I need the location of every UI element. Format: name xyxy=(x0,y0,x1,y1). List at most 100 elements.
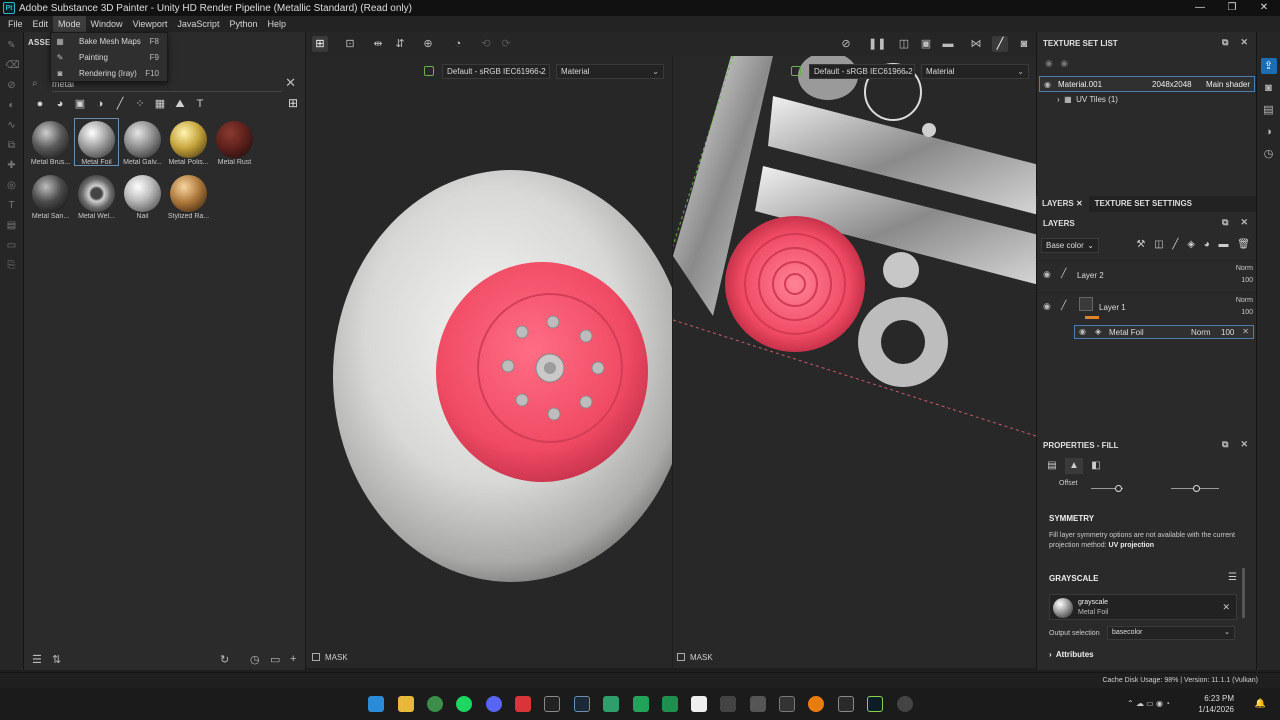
blend-mode[interactable]: Norm xyxy=(1217,295,1253,307)
menu-help[interactable]: Help xyxy=(262,16,291,32)
offset-slider-knob[interactable] xyxy=(1115,485,1122,492)
bucket-icon[interactable]: ▤ xyxy=(6,220,18,232)
history-view-icon[interactable]: ◔ xyxy=(450,36,466,52)
add-fill-layer-icon[interactable]: ◈ xyxy=(1187,239,1195,250)
refresh-icon[interactable]: ↻ xyxy=(220,653,229,666)
opacity-value[interactable]: 100 xyxy=(1217,307,1253,319)
colorspace-select[interactable]: Default - sRGB IEC61966-2 ⌄ xyxy=(809,64,915,79)
capcut-icon[interactable] xyxy=(544,696,560,712)
asset-tile[interactable]: Metal Galv... xyxy=(120,118,165,166)
close-panel-icon[interactable]: ✕ xyxy=(1240,217,1248,227)
offset-slider-knob[interactable] xyxy=(1193,485,1200,492)
clock[interactable]: 6:23 PM 1/14/2026 xyxy=(1198,693,1234,715)
start-icon[interactable] xyxy=(368,696,384,712)
asset-tile[interactable]: Nail xyxy=(120,172,165,220)
tab-mask-icon[interactable]: ◧ xyxy=(1087,458,1105,474)
unity-icon[interactable] xyxy=(720,696,736,712)
mask-checkbox[interactable] xyxy=(312,653,320,661)
grayscale-input-card[interactable]: grayscale Metal Foil ✕ xyxy=(1049,594,1237,620)
geometry-fill-icon[interactable]: ◐ xyxy=(6,100,18,112)
app-green2-icon[interactable] xyxy=(633,696,649,712)
split-vertical-icon[interactable]: ⇹ xyxy=(370,36,386,52)
close-tab-icon[interactable]: ✕ xyxy=(1076,199,1083,208)
blend-mode[interactable]: Norm xyxy=(1217,263,1253,275)
frame-icon[interactable]: ⊕ xyxy=(420,36,436,52)
video-icon[interactable]: ▬ xyxy=(940,36,956,52)
materials-filter-icon[interactable]: ● xyxy=(34,98,46,110)
paint-tool-icon[interactable]: ✎ xyxy=(6,40,18,52)
menu-window[interactable]: Window xyxy=(86,16,128,32)
brushes-filter-icon[interactable]: ╱ xyxy=(114,98,126,110)
discord-icon[interactable] xyxy=(486,696,502,712)
wacom-icon[interactable] xyxy=(691,696,707,712)
close-panel-icon[interactable]: ✕ xyxy=(1240,439,1248,449)
substance-painter-icon[interactable] xyxy=(867,696,883,712)
menu-javascript[interactable]: JavaScript xyxy=(172,16,224,32)
github-icon[interactable] xyxy=(897,696,913,712)
textures-filter-icon[interactable]: ▦ xyxy=(154,98,166,110)
app-green-icon[interactable] xyxy=(603,696,619,712)
mask-checkbox[interactable] xyxy=(677,653,685,661)
brush-mode-icon[interactable]: ╱ xyxy=(992,36,1008,52)
blend-mode[interactable]: Norm xyxy=(1191,328,1211,337)
opacity-value[interactable]: 100 xyxy=(1217,275,1253,287)
chrome-icon[interactable] xyxy=(427,696,443,712)
eye-icon[interactable]: ◉ xyxy=(1043,269,1051,280)
channel-select[interactable]: Base color ⌄ xyxy=(1041,238,1099,253)
generators-filter-icon[interactable]: ◑ xyxy=(94,98,106,110)
history-icon[interactable]: ◷ xyxy=(250,653,260,666)
opacity-value[interactable]: 100 xyxy=(1221,328,1234,337)
add-folder-icon[interactable]: ▬ xyxy=(1219,239,1229,250)
masks-filter-icon[interactable]: ▣ xyxy=(74,98,86,110)
menu-python[interactable]: Python xyxy=(224,16,262,32)
smart-materials-icon[interactable]: ◕ xyxy=(54,98,66,110)
viewer-settings-icon[interactable]: ▤ xyxy=(1261,102,1277,118)
add-smart-material-icon[interactable]: ◕ xyxy=(1204,239,1210,250)
tab-material-icon[interactable]: ▲ xyxy=(1065,458,1083,474)
undo-icon[interactable]: ⟲ xyxy=(478,36,494,52)
asset-tile[interactable]: Metal Brus... xyxy=(28,118,73,166)
app-green3-icon[interactable] xyxy=(662,696,678,712)
unity-hub-icon[interactable] xyxy=(750,696,766,712)
layer-row[interactable]: ◉ ╱ Layer 2 Norm 100 xyxy=(1037,260,1257,290)
layer-blend[interactable]: Norm 100 xyxy=(1217,295,1253,319)
eye-icon[interactable]: ◉ xyxy=(1044,80,1051,89)
close-panel-icon[interactable]: ✕ xyxy=(1240,37,1248,47)
texture-set-icon[interactable]: ⇪ xyxy=(1260,58,1277,74)
menu-viewport[interactable]: Viewport xyxy=(128,16,173,32)
tab-layers[interactable]: LAYERS ✕ xyxy=(1036,196,1089,212)
undock-icon[interactable]: ⧉ xyxy=(1222,439,1228,449)
add-asset-icon[interactable]: + xyxy=(290,653,296,665)
eye-icon[interactable]: ◉ xyxy=(1079,327,1086,336)
file-explorer-icon[interactable] xyxy=(398,696,414,712)
smudge-tool-icon[interactable]: ∿ xyxy=(6,120,18,132)
maximize-button[interactable]: ❐ xyxy=(1216,0,1248,16)
split-horizontal-icon[interactable]: ⇵ xyxy=(392,36,408,52)
shader-settings-icon[interactable]: ◑ xyxy=(1261,124,1277,140)
viewport-uv[interactable]: Default - sRGB IEC61966-2 ⌄ Material ⌄ MAS… xyxy=(673,56,1036,668)
blender-icon[interactable] xyxy=(808,696,824,712)
menu-item-painting[interactable]: ✎ Painting F9 xyxy=(51,49,167,65)
menu-mode[interactable]: Mode xyxy=(53,16,86,32)
grid-view-icon[interactable]: ⊞ xyxy=(288,96,298,110)
mask-toggle[interactable]: MASK xyxy=(312,650,348,664)
asset-tile[interactable]: Metal Polis... xyxy=(166,118,211,166)
clear-search-icon[interactable]: ✕ xyxy=(285,75,296,91)
delete-layer-icon[interactable]: 🗑 xyxy=(1237,239,1250,250)
pause-icon[interactable]: ❚❚ xyxy=(868,36,886,52)
layout-single-icon[interactable]: ⊞ xyxy=(312,36,328,52)
material-picker-icon[interactable]: ◎ xyxy=(6,180,18,192)
asset-tile[interactable]: Metal Foil xyxy=(74,118,119,166)
menu-item-bake-mesh-maps[interactable]: ▦ Bake Mesh Maps F8 xyxy=(51,33,167,49)
spotify-icon[interactable] xyxy=(456,696,472,712)
new-folder-icon[interactable]: ▭ xyxy=(270,653,280,666)
sort-icon[interactable]: ⇅ xyxy=(52,653,61,666)
app-dark-icon[interactable] xyxy=(838,696,854,712)
fill-layer-row[interactable]: ◉ ◈ Metal Foil Norm 100 ✕ xyxy=(1074,325,1254,339)
channel-select[interactable]: Material ⌄ xyxy=(921,64,1029,79)
projection-tool-icon[interactable]: ⊘ xyxy=(6,80,18,92)
asset-tile[interactable]: Metal Rust xyxy=(212,118,257,166)
eye-icon[interactable]: ◉ xyxy=(1043,301,1051,312)
environments-filter-icon[interactable]: ⛰ xyxy=(174,98,186,110)
terminal-icon[interactable] xyxy=(779,696,795,712)
